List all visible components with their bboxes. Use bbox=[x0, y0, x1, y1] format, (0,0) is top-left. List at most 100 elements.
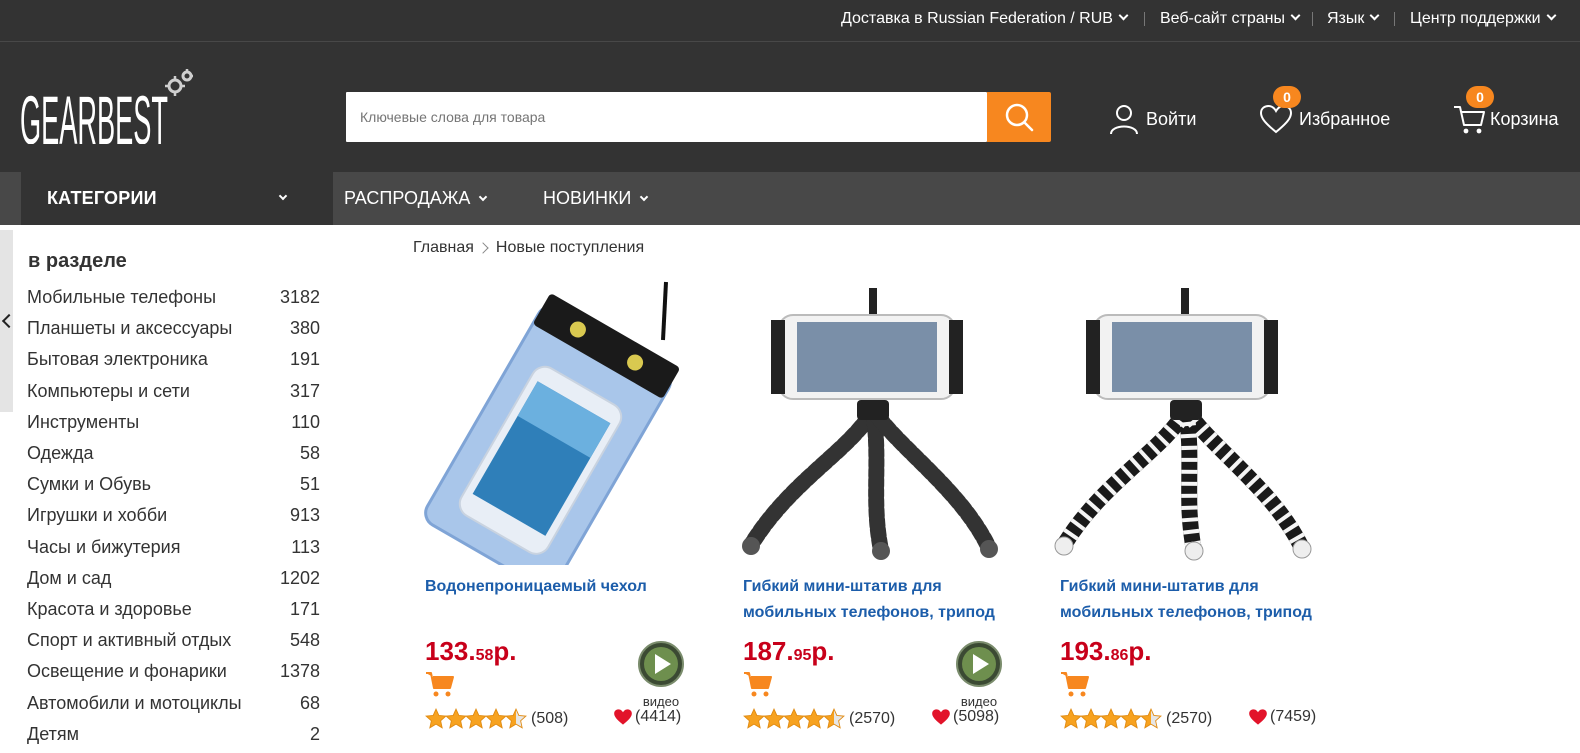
video-label: видео bbox=[960, 694, 998, 709]
chevron-down-icon bbox=[278, 191, 288, 201]
language-selector[interactable]: Язык bbox=[1327, 0, 1380, 40]
category-item[interactable]: Часы и бижутерия 113 bbox=[27, 532, 320, 563]
cart-label: Корзина bbox=[1490, 108, 1559, 129]
product-image[interactable] bbox=[1048, 280, 1338, 565]
gearbest-logo[interactable]: GEARBEST bbox=[20, 64, 195, 159]
play-icon bbox=[638, 641, 684, 687]
add-to-cart-button[interactable] bbox=[743, 670, 773, 698]
login-link[interactable]: Войти bbox=[1108, 102, 1196, 136]
star-icon bbox=[803, 708, 825, 729]
video-button[interactable]: видео bbox=[637, 640, 685, 709]
sidebar-collapse-toggle[interactable] bbox=[0, 230, 17, 412]
category-item[interactable]: Компьютеры и сети 317 bbox=[27, 376, 320, 407]
category-item[interactable]: Планшеты и аксессуары 380 bbox=[27, 313, 320, 344]
category-label: Часы и бижутерия bbox=[27, 536, 181, 557]
delivery-selector[interactable]: Доставка в Russian Federation / RUB bbox=[841, 0, 1129, 40]
cart-icon bbox=[426, 672, 454, 697]
product-price: 133.58р. bbox=[425, 636, 517, 667]
category-label: Красота и здоровье bbox=[27, 598, 192, 619]
chevron-down-icon bbox=[1290, 10, 1301, 21]
search-icon bbox=[1005, 103, 1034, 132]
favorite-count: (5098) bbox=[953, 708, 1000, 725]
category-count: 68 bbox=[299, 692, 320, 713]
add-to-cart-button[interactable] bbox=[425, 670, 455, 698]
product-favorite[interactable]: (5098) bbox=[931, 708, 999, 726]
category-label: Компьютеры и сети bbox=[27, 380, 190, 401]
category-count: 548 bbox=[289, 630, 320, 651]
price-currency: р. bbox=[811, 636, 835, 666]
category-count: 58 bbox=[299, 443, 320, 464]
star-icon bbox=[465, 708, 487, 729]
category-item[interactable]: Инструменты 110 bbox=[27, 407, 320, 438]
category-item[interactable]: Освещение и фонарики 1378 bbox=[27, 656, 320, 687]
price-cents: 86 bbox=[1110, 647, 1129, 664]
favorite-count: (4414) bbox=[635, 708, 682, 725]
video-button[interactable]: видео bbox=[955, 640, 1003, 709]
chevron-left-icon bbox=[1, 313, 17, 329]
category-item[interactable]: Бытовая электроника 191 bbox=[27, 344, 320, 375]
new-label: НОВИНКИ bbox=[543, 188, 632, 208]
chevron-down-icon bbox=[1546, 10, 1557, 21]
product-image[interactable] bbox=[731, 280, 1021, 565]
breadcrumb-home-link[interactable]: Главная bbox=[413, 239, 474, 257]
support-label: Центр поддержки bbox=[1410, 10, 1541, 27]
category-item[interactable]: Игрушки и хобби 913 bbox=[27, 500, 320, 531]
price-main: 187. bbox=[743, 636, 794, 666]
search-input[interactable] bbox=[346, 92, 987, 142]
product-title[interactable]: Водонепроницаемый чехол bbox=[425, 574, 705, 600]
product-favorite[interactable]: (7459) bbox=[1248, 708, 1316, 726]
cart-link[interactable]: Корзина bbox=[1452, 102, 1559, 136]
star-icon bbox=[823, 708, 845, 729]
add-to-cart-button[interactable] bbox=[1060, 670, 1090, 698]
category-label: Сумки и Обувь bbox=[27, 474, 152, 495]
product-rating[interactable]: (508) bbox=[425, 708, 568, 730]
category-item[interactable]: Дом и сад 1202 bbox=[27, 563, 320, 594]
star-icon bbox=[763, 708, 785, 729]
product-image[interactable] bbox=[413, 280, 703, 590]
categories-menu[interactable]: КАТЕГОРИИ bbox=[21, 172, 333, 225]
category-item[interactable]: Детям 2 bbox=[27, 719, 320, 750]
category-item[interactable]: Автомобили и мотоциклы 68 bbox=[27, 687, 320, 718]
nav-new[interactable]: НОВИНКИ bbox=[543, 172, 649, 225]
product-card: Гибкий мини-штатив для мобильных телефон… bbox=[731, 280, 1021, 750]
category-item[interactable]: Сумки и Обувь 51 bbox=[27, 469, 320, 500]
category-count: 380 bbox=[289, 318, 320, 339]
product-favorite[interactable]: (4414) bbox=[613, 708, 681, 726]
support-center-selector[interactable]: Центр поддержки bbox=[1410, 0, 1557, 40]
product-rating[interactable]: (2570) bbox=[1060, 708, 1212, 730]
review-count: (2570) bbox=[1166, 710, 1213, 727]
divider bbox=[1312, 12, 1313, 26]
product-price: 187.95р. bbox=[743, 636, 835, 667]
search-button[interactable] bbox=[987, 92, 1051, 142]
nav-sale[interactable]: РАСПРОДАЖА bbox=[344, 172, 488, 225]
site-header: GEARBEST Войти Избранное bbox=[0, 42, 1580, 172]
category-count: 110 bbox=[291, 411, 320, 432]
divider bbox=[1144, 12, 1145, 26]
chevron-down-icon bbox=[1118, 10, 1129, 21]
review-count: (508) bbox=[531, 710, 569, 727]
product-price: 193.86р. bbox=[1060, 636, 1152, 667]
category-item[interactable]: Спорт и активный отдых 548 bbox=[27, 625, 320, 656]
divider bbox=[1394, 12, 1395, 26]
category-item[interactable]: Красота и здоровье 171 bbox=[27, 594, 320, 625]
category-count: 191 bbox=[289, 349, 320, 370]
video-label: видео bbox=[642, 694, 680, 709]
chevron-down-icon bbox=[640, 192, 649, 202]
category-label: Спорт и активный отдых bbox=[27, 630, 232, 651]
price-main: 133. bbox=[425, 636, 476, 666]
categories-label: КАТЕГОРИИ bbox=[47, 188, 157, 208]
category-count: 3182 bbox=[279, 287, 320, 308]
star-icon bbox=[1140, 708, 1162, 729]
product-title[interactable]: Гибкий мини-штатив для мобильных телефон… bbox=[743, 574, 1023, 626]
breadcrumb-current: Новые поступления bbox=[495, 239, 645, 256]
country-site-selector[interactable]: Веб-сайт страны bbox=[1160, 0, 1301, 40]
category-count: 113 bbox=[291, 536, 320, 557]
category-label: Дом и сад bbox=[27, 567, 112, 588]
category-item[interactable]: Одежда 58 bbox=[27, 438, 320, 469]
product-rating[interactable]: (2570) bbox=[743, 708, 895, 730]
category-label: Детям bbox=[27, 723, 79, 744]
category-label: Одежда bbox=[27, 443, 94, 464]
product-title[interactable]: Гибкий мини-штатив для мобильных телефон… bbox=[1060, 574, 1340, 626]
sidebar-title: в разделе bbox=[28, 250, 127, 272]
category-item[interactable]: Мобильные телефоны 3182 bbox=[27, 282, 320, 313]
